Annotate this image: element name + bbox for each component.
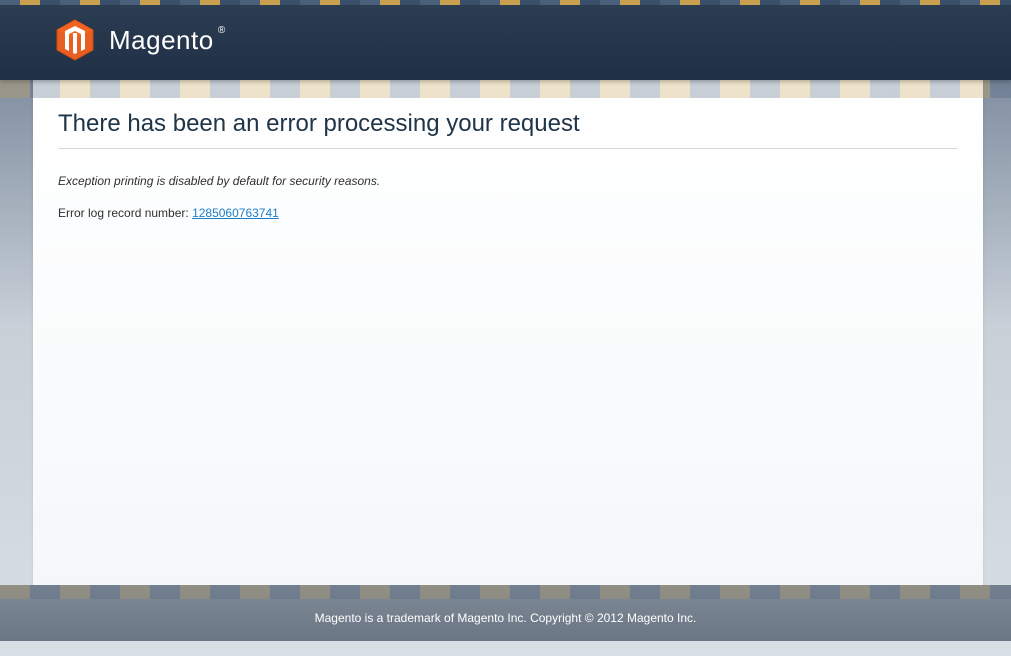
error-log-record: Error log record number: 1285060763741 — [58, 206, 958, 220]
footer-text: Magento is a trademark of Magento Inc. C… — [315, 611, 697, 625]
footer: Magento is a trademark of Magento Inc. C… — [0, 585, 1011, 641]
error-log-link[interactable]: 1285060763741 — [192, 206, 279, 220]
magento-logo-icon — [53, 18, 97, 62]
page-title: There has been an error processing your … — [58, 110, 958, 149]
logo[interactable]: Magento® — [0, 0, 1011, 62]
main-content-panel: There has been an error processing your … — [33, 80, 983, 585]
exception-message: Exception printing is disabled by defaul… — [58, 174, 958, 188]
error-log-label: Error log record number: — [58, 206, 192, 220]
brand-name: Magento® — [109, 25, 214, 56]
header: Magento® — [0, 0, 1011, 80]
